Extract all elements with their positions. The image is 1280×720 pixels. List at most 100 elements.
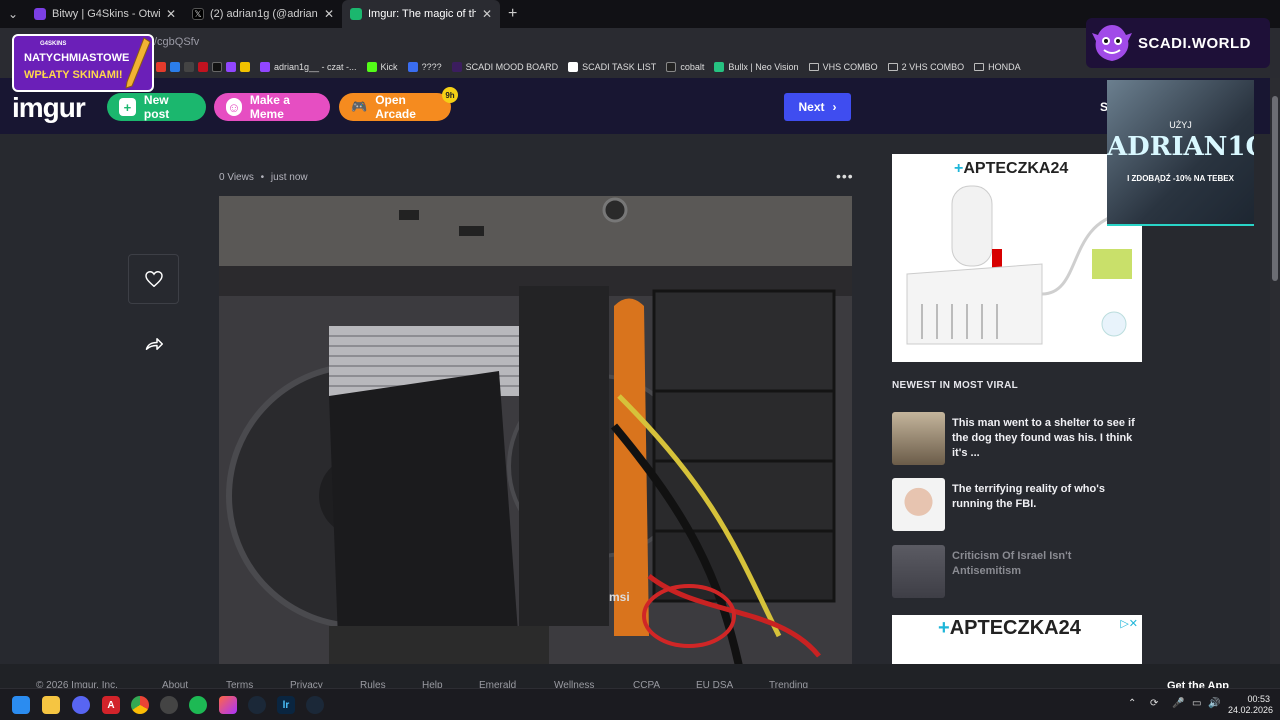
bookmark-item[interactable]: ????	[407, 62, 442, 72]
app-gradient-icon[interactable]	[219, 696, 237, 714]
folder-icon	[974, 63, 985, 71]
spotify-icon[interactable]	[189, 696, 207, 714]
new-tab-icon[interactable]: +	[500, 5, 525, 23]
steam-icon[interactable]	[306, 696, 324, 714]
browser-tab-x[interactable]: 𝕏 (2) adrian1g (@adrian1g420) / X ✕	[184, 0, 342, 28]
folder-icon	[887, 63, 898, 71]
bookmark-folder[interactable]: 2 VHS COMBO	[887, 62, 965, 72]
open-arcade-button[interactable]: 🎮 Open Arcade	[339, 93, 451, 121]
tab-search-chevron-icon[interactable]: ⌄	[0, 0, 26, 28]
bookmark-item[interactable]: adrian1g__ - czat -...	[260, 62, 357, 72]
footer-link-terms[interactable]: Terms	[226, 680, 253, 688]
apteczka-ad[interactable]: +APTECZKA24	[892, 154, 1142, 362]
file-explorer-icon[interactable]	[42, 696, 60, 714]
viral-item[interactable]: Criticism Of Israel Isn't Antisemitism	[892, 545, 1142, 601]
lr-app-icon[interactable]: lr	[277, 696, 295, 714]
footer-link-rules[interactable]: Rules	[360, 680, 386, 688]
footer-link-privacy[interactable]: Privacy	[290, 680, 323, 688]
post-options-icon[interactable]: •••	[836, 168, 854, 184]
bookmark-item[interactable]: SCADI TASK LIST	[568, 62, 656, 72]
g4skins-favicon-icon	[34, 8, 46, 20]
tiktok-icon[interactable]	[212, 62, 222, 72]
viral-title: This man went to a shelter to see if the…	[952, 417, 1135, 459]
twitch-icon	[260, 62, 270, 72]
discord-icon[interactable]	[72, 696, 90, 714]
next-button[interactable]: Next ›	[784, 93, 851, 121]
arcade-timer-badge: 9h	[442, 87, 458, 103]
plus-logo-icon: +	[938, 617, 950, 639]
bookmark-item[interactable]: Bullx | Neo Vision	[714, 62, 799, 72]
bookmark-favicon-icon[interactable]	[156, 62, 166, 72]
bookmark-favicon-icon[interactable]	[198, 62, 208, 72]
creator-code-text: ADRIAN1G	[1107, 132, 1254, 162]
make-meme-button[interactable]: ☺ Make a Meme	[214, 93, 330, 121]
steam-icon[interactable]	[248, 696, 266, 714]
viral-item[interactable]: The terrifying reality of who's running …	[892, 478, 1142, 534]
ad-close-icon[interactable]: ▷✕	[1120, 617, 1138, 630]
browser-tab-g4skins[interactable]: Bitwy | G4Skins - Otwieraj skrz ✕	[26, 0, 184, 28]
url-text[interactable]: /cgbQSfv	[154, 36, 199, 48]
windows-start-icon[interactable]	[12, 696, 30, 714]
bookmark-label: Bullx | Neo Vision	[728, 62, 799, 72]
bookmark-folder[interactable]: VHS COMBO	[808, 62, 878, 72]
taskbar-clock[interactable]: 00:53 24.02.2026	[1228, 694, 1273, 716]
footer-link-eu-dsa[interactable]: EU DSA	[696, 680, 733, 688]
bookmark-item[interactable]: SCADI MOOD BOARD	[451, 62, 559, 72]
bookmark-label: SCADI TASK LIST	[582, 62, 657, 72]
close-tab-icon[interactable]: ✕	[166, 7, 176, 21]
share-button[interactable]	[128, 322, 179, 366]
tab-title: (2) adrian1g (@adrian1g420) / X	[210, 8, 318, 20]
imgur-footer: © 2026 Imgur, Inc. About Terms Privacy R…	[0, 664, 1280, 688]
close-tab-icon[interactable]: ✕	[482, 7, 492, 21]
footer-link-wellness[interactable]: Wellness	[554, 680, 594, 688]
tray-chevron-icon[interactable]: ⌃	[1128, 698, 1136, 709]
bookmark-label: SCADI MOOD BOARD	[465, 62, 559, 72]
chevron-right-icon: ›	[832, 100, 837, 114]
imgur-header: imgur + New post ☺ Make a Meme 🎮 Open Ar…	[0, 78, 1280, 134]
microphone-icon[interactable]: 🎤	[1172, 698, 1184, 709]
next-label: Next	[798, 100, 825, 114]
bookmark-favicon-icon	[407, 62, 418, 72]
viral-item[interactable]: This man went to a shelter to see if the…	[892, 412, 1142, 468]
meme-face-icon: ☺	[226, 98, 242, 116]
volume-icon[interactable]: 🔊	[1208, 698, 1220, 709]
page-scrollbar[interactable]	[1270, 78, 1280, 664]
nebulizer-product-image	[906, 185, 1132, 345]
tray-app-icon[interactable]: ⟳	[1150, 698, 1158, 709]
footer-link-ccpa[interactable]: CCPA	[633, 680, 660, 688]
meta-separator: •	[260, 172, 265, 183]
chrome-icon[interactable]	[131, 696, 149, 714]
new-post-button[interactable]: + New post	[107, 93, 206, 121]
app-icon[interactable]	[160, 696, 178, 714]
bookmark-folder[interactable]: HONDA	[974, 62, 1021, 72]
browser-tab-imgur[interactable]: Imgur: The magic of the Interne ✕	[342, 0, 500, 28]
footer-link-help[interactable]: Help	[422, 680, 443, 688]
bookmark-favicon-icon[interactable]	[184, 62, 194, 72]
bullx-icon	[714, 62, 725, 72]
network-icon[interactable]: ▭	[1192, 698, 1201, 709]
footer-link-trending[interactable]: Trending	[769, 680, 808, 688]
scadi-title: SCADI.WORLD	[1138, 34, 1251, 52]
footer-link-about[interactable]: About	[162, 680, 188, 688]
viral-thumbnail	[892, 412, 945, 465]
scadi-mascot-icon	[1086, 18, 1138, 68]
bookmark-favicon-icon[interactable]	[170, 62, 180, 72]
imgur-logo[interactable]: imgur	[12, 92, 86, 124]
bookmark-favicon-icon[interactable]	[226, 62, 236, 72]
bookmark-item[interactable]: cobalt	[666, 62, 704, 72]
ad-brand: +APTECZKA24	[938, 617, 1081, 640]
close-tab-icon[interactable]: ✕	[324, 7, 334, 21]
footer-link-emerald[interactable]: Emerald	[479, 680, 516, 688]
bookmark-favicon-icon[interactable]	[240, 62, 250, 72]
bookmark-label: 2 VHS COMBO	[901, 62, 965, 72]
get-app-link[interactable]: Get the App	[1167, 680, 1229, 688]
promo-line-2: WPŁATY SKINAMI!	[24, 69, 123, 81]
imgur-favicon-icon	[350, 8, 362, 20]
bookmark-item[interactable]: Kick	[366, 62, 398, 72]
x-favicon-icon: 𝕏	[192, 8, 204, 20]
favorite-button[interactable]	[128, 254, 179, 304]
heart-icon	[144, 271, 163, 287]
adobe-icon[interactable]: A	[102, 696, 120, 714]
scrollbar-thumb[interactable]	[1272, 96, 1278, 281]
post-image[interactable]: msi	[219, 196, 852, 666]
